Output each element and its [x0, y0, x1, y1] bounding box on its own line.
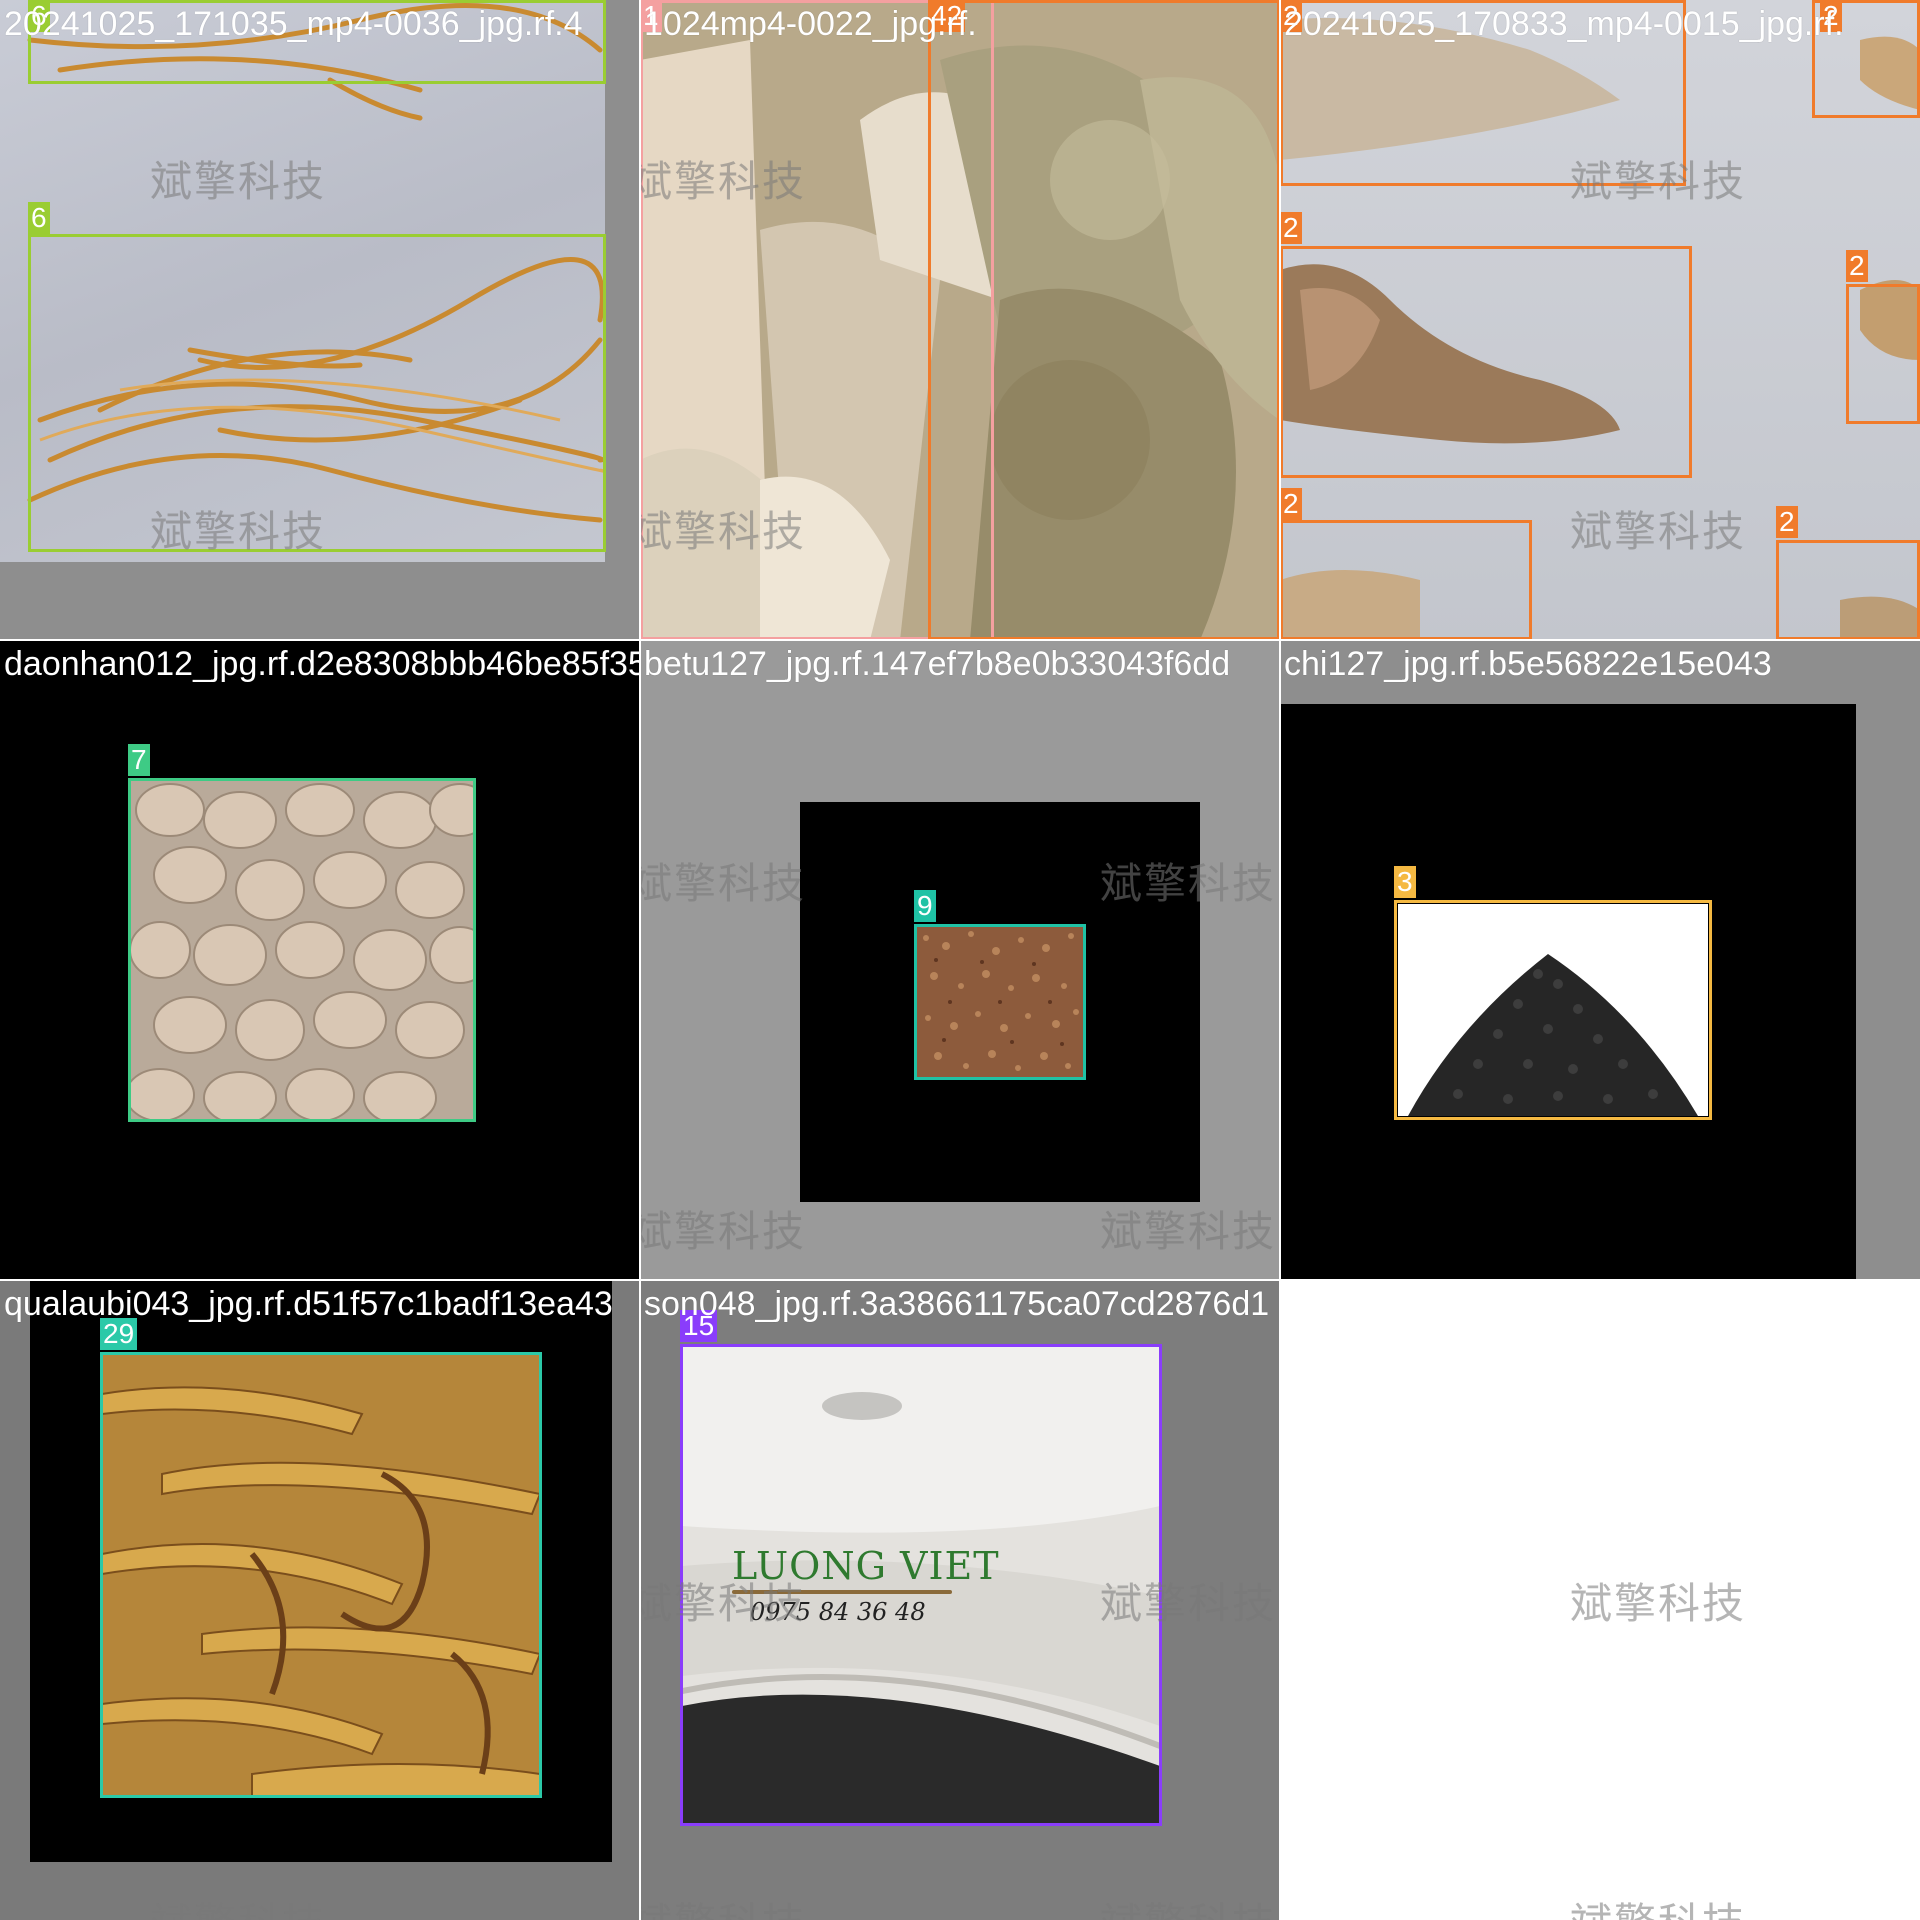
detection-label: 3 [1394, 866, 1416, 898]
detection-box [1394, 900, 1712, 1120]
filename-caption: 20241025_170833_mp4-0015_jpg.rf. [1284, 5, 1844, 43]
filename-caption: chi127_jpg.rf.b5e56822e15e043 [1284, 645, 1772, 683]
mosaic-tile-8: LUONG VIET 0975 84 36 48 15 son048_jpg.r… [640, 1280, 1280, 1920]
detection-label: 6 [28, 202, 50, 234]
watermark-text: 斌擎科技 [640, 157, 807, 206]
mosaic-tile-3: 2 2 2 2 2 2 20241025_170833_mp4-0015_jpg… [1280, 0, 1920, 640]
filename-caption: son048_jpg.rf.3a38661175ca07cd2876d1 [644, 1285, 1270, 1323]
mosaic-tile-4: 7 daonhan012_jpg.rf.d2e8308bbb46be85f354… [0, 640, 640, 1280]
detection-box [1776, 540, 1920, 640]
watermark-text: 斌擎科技 [1570, 507, 1747, 556]
watermark-text: 斌擎科技 [150, 157, 327, 206]
detection-label: 2 [1776, 506, 1798, 538]
mosaic-tile-5: 9 betu127_jpg.rf.147ef7b8e0b33043f6dd 斌擎… [640, 640, 1280, 1280]
grid-divider [1279, 0, 1281, 1920]
detection-box [100, 1352, 542, 1798]
detection-label: 9 [914, 890, 936, 922]
mosaic-tile-2: 1 42 1024mp4-0022_jpg.rf. 斌擎科技 斌擎科技 [640, 0, 1280, 640]
detection-box [1846, 284, 1920, 424]
watermark-text: 斌擎科技 [640, 1890, 806, 1920]
detection-box [928, 0, 1280, 640]
watermark-text: 斌擎科技 [640, 1207, 807, 1256]
detection-label: 2 [1280, 212, 1302, 244]
detection-box [1280, 520, 1532, 640]
detection-label: 7 [128, 744, 150, 776]
mosaic-tile-1: 6 6 20241025_171035_mp4-0036_jpg.rf.4 斌擎… [0, 0, 640, 640]
filename-caption: daonhan012_jpg.rf.d2e8308bbb46be85f35421 [4, 645, 640, 683]
watermark-text: 斌擎科技 [640, 1579, 807, 1628]
watermark-text: 斌擎科技 [1100, 859, 1277, 908]
watermark-text: 斌擎科技 [1100, 1579, 1277, 1628]
mosaic-tile-7: 29 qualaubi043_jpg.rf.d51f57c1badf13ea43… [0, 1280, 640, 1920]
filename-caption: betu127_jpg.rf.147ef7b8e0b33043f6dd [644, 645, 1231, 683]
filename-caption: 20241025_171035_mp4-0036_jpg.rf.4 [4, 5, 583, 43]
detection-box [914, 924, 1086, 1080]
watermark-text: 斌擎科技 [640, 859, 807, 908]
watermark-text: 斌擎科技 [640, 507, 807, 556]
watermark-text: 斌擎科技 [1100, 1207, 1277, 1256]
watermark-text: 斌擎科技 [150, 1890, 326, 1920]
detection-box [1280, 246, 1692, 478]
watermark-text: 斌擎科技 [1100, 1890, 1276, 1920]
detection-label: 2 [1846, 250, 1868, 282]
grid-divider [0, 1279, 1920, 1281]
filename-caption: 1024mp4-0022_jpg.rf. [644, 5, 977, 43]
detection-label: 2 [1280, 488, 1302, 520]
watermark-text: 斌擎科技 [1570, 157, 1747, 206]
mosaic-tile-9-empty: 斌擎科技 斌擎科技 [1280, 1280, 1920, 1920]
grid-divider [0, 639, 1920, 641]
watermark-text: 斌擎科技 [1570, 1890, 1746, 1920]
filename-caption: qualaubi043_jpg.rf.d51f57c1badf13ea43 [4, 1285, 613, 1323]
mosaic-tile-6: 3 chi127_jpg.rf.b5e56822e15e043 [1280, 640, 1920, 1280]
watermark-text: 斌擎科技 [150, 507, 327, 556]
detection-box [128, 778, 476, 1122]
grid-divider [639, 0, 641, 1920]
watermark-text: 斌擎科技 [1570, 1579, 1747, 1628]
